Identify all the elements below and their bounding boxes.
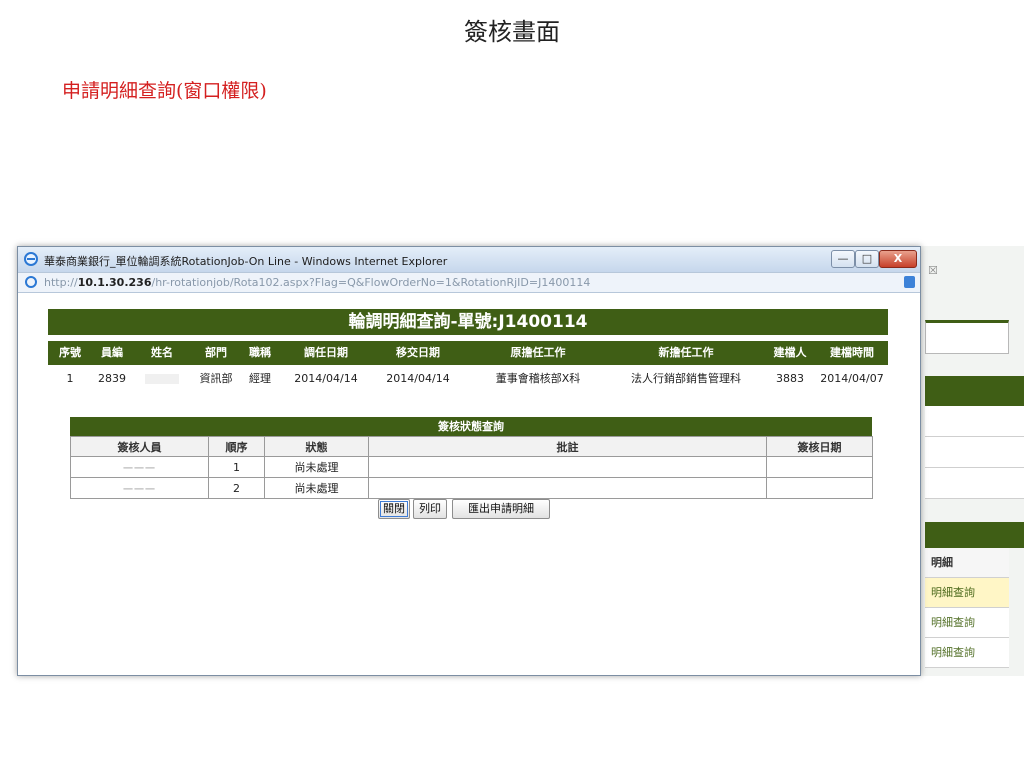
export-detail-button[interactable]: 匯出申請明細 [452, 499, 550, 519]
column-header: 姓名 [151, 346, 173, 359]
detail-header: 輪調明細查詢-單號:J1400114 [48, 309, 888, 335]
cell-position: 經理 [249, 372, 271, 385]
column-header: 移交日期 [396, 346, 440, 359]
compatibility-view-icon[interactable] [904, 276, 915, 288]
background-menu-band [925, 522, 1024, 548]
status-panel: 簽核狀態查詢 簽核人員 順序 狀態 批註 簽核日期 一一一 1 尚未處理 一一一… [70, 417, 873, 499]
background-row [925, 406, 1024, 437]
cell-sign-date [766, 456, 873, 478]
column-header: 部門 [205, 346, 227, 359]
column-header: 簽核人員 [70, 436, 209, 457]
status-title: 簽核狀態查詢 [70, 417, 872, 436]
ie-popup-window: 華泰商業銀行_單位輪調系統RotationJob-On Line - Windo… [17, 246, 921, 676]
cell-seq: 1 [66, 372, 74, 385]
background-header-band [925, 376, 1024, 406]
cell-name-redacted [138, 370, 186, 388]
cell-signer: 一一一 [70, 477, 209, 499]
cell-state: 尚未處理 [264, 477, 369, 499]
address-bar[interactable]: http://10.1.30.236/hr-rotationjob/Rota10… [18, 272, 920, 293]
window-title: 華泰商業銀行_單位輪調系統RotationJob-On Line - Windo… [44, 255, 448, 268]
column-header: 順序 [208, 436, 265, 457]
table-row: 一一一 2 尚未處理 [70, 477, 873, 499]
window-titlebar[interactable]: 華泰商業銀行_單位輪調系統RotationJob-On Line - Windo… [18, 247, 920, 272]
status-table: 簽核人員 順序 狀態 批註 簽核日期 一一一 1 尚未處理 一一一 2 尚未處理 [70, 436, 873, 499]
address-url[interactable]: http://10.1.30.236/hr-rotationjob/Rota10… [44, 276, 590, 289]
minimize-button[interactable]: — [831, 250, 855, 268]
background-row [925, 437, 1024, 468]
background-box [925, 320, 1009, 354]
column-header: 狀態 [264, 436, 369, 457]
column-header: 序號 [59, 346, 81, 359]
cell-emp-id: 2839 [98, 372, 126, 385]
ie-logo-icon [24, 252, 38, 266]
cell-dept: 資訊部 [199, 372, 233, 385]
section-subtitle: 申請明細查詢(窗口權限) [62, 80, 267, 102]
close-window-button[interactable]: X [879, 250, 917, 268]
maximize-button[interactable]: □ [855, 250, 879, 268]
detail-table-header: 序號 員編 姓名 部門 職稱 調任日期 移交日期 原擔任工作 新擔任工作 建檔人… [48, 341, 888, 365]
cell-transfer-date: 2014/04/14 [294, 372, 358, 385]
background-menu-item[interactable]: 明細查詢 [925, 608, 1009, 638]
column-header: 簽核日期 [766, 436, 873, 457]
cell-remark [368, 456, 767, 478]
cell-create-time: 2014/04/07 [820, 372, 884, 385]
cell-state: 尚未處理 [264, 456, 369, 478]
cell-old-job: 董事會稽核部X科 [495, 372, 581, 385]
cell-order: 1 [208, 456, 265, 478]
page-favicon-icon [25, 276, 37, 288]
background-menu-header: 明細 [925, 548, 1009, 578]
window-content: 輪調明細查詢-單號:J1400114 序號 員編 姓名 部門 職稱 調任日期 移… [18, 293, 920, 675]
background-row [925, 468, 1024, 499]
column-header: 職稱 [249, 346, 271, 359]
cell-order: 2 [208, 477, 265, 499]
cell-signer: 一一一 [70, 456, 209, 478]
column-header: 批註 [368, 436, 767, 457]
column-header: 新擔任工作 [658, 346, 714, 359]
background-close-icon[interactable]: ☒ [928, 264, 938, 277]
background-menu-item-selected[interactable]: 明細查詢 [925, 578, 1009, 608]
cell-sign-date [766, 477, 873, 499]
close-button[interactable]: 關閉 [378, 499, 410, 519]
column-header: 建檔人 [773, 346, 807, 359]
column-header: 調任日期 [304, 346, 348, 359]
column-header: 原擔任工作 [510, 346, 566, 359]
table-row: 一一一 1 尚未處理 [70, 456, 873, 478]
page-title: 簽核畫面 [464, 18, 560, 46]
column-header: 建檔時間 [830, 346, 874, 359]
status-table-header: 簽核人員 順序 狀態 批註 簽核日期 [70, 436, 873, 457]
cell-remark [368, 477, 767, 499]
cell-creator: 3883 [776, 372, 804, 385]
print-button[interactable]: 列印 [413, 499, 447, 519]
cell-new-job: 法人行銷部銷售管理科 [631, 372, 741, 385]
column-header: 員編 [101, 346, 123, 359]
background-menu-item[interactable]: 明細查詢 [925, 638, 1009, 668]
cell-handover-date: 2014/04/14 [386, 372, 450, 385]
